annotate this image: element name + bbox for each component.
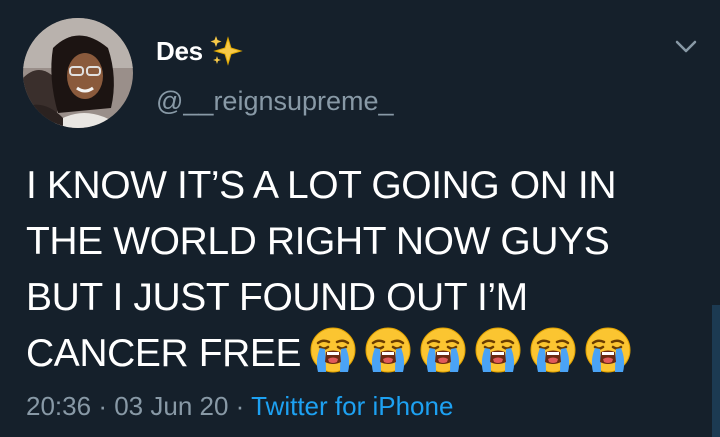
- loudly-crying-face-icon: [365, 327, 411, 373]
- chevron-down-icon[interactable]: [674, 38, 698, 56]
- emoji-row: [309, 326, 639, 390]
- user-handle[interactable]: @__reignsupreme_: [156, 86, 394, 117]
- scrollbar[interactable]: [712, 305, 720, 437]
- tweet-source-link[interactable]: Twitter for iPhone: [251, 391, 453, 421]
- loudly-crying-face-icon: [530, 327, 576, 373]
- meta-separator: ·: [235, 391, 245, 421]
- tweet-date[interactable]: 03 Jun 20: [114, 391, 228, 421]
- tweet-line: CANCER FREE: [26, 332, 302, 375]
- meta-separator: ·: [98, 391, 107, 421]
- loudly-crying-face-icon: [475, 327, 521, 373]
- tweet-meta: 20:36 · 03 Jun 20 · Twitter for iPhone: [26, 391, 453, 422]
- loudly-crying-face-icon: [420, 327, 466, 373]
- tweet-line: THE WORLD RIGHT NOW GUYS: [26, 220, 610, 263]
- sparkles-icon: [210, 36, 243, 66]
- avatar[interactable]: [23, 18, 133, 128]
- loudly-crying-face-icon: [585, 327, 631, 373]
- tweet-text: I KNOW IT’S A LOT GOING ON IN THE WORLD …: [26, 158, 706, 390]
- tweet-line: BUT I JUST FOUND OUT I’M: [26, 276, 528, 319]
- tweet-time[interactable]: 20:36: [26, 391, 91, 421]
- tweet-line-with-emoji: CANCER FREE: [26, 326, 706, 390]
- display-name[interactable]: Des: [156, 36, 203, 67]
- tweet-line: I KNOW IT’S A LOT GOING ON IN: [26, 164, 617, 207]
- loudly-crying-face-icon: [310, 327, 356, 373]
- avatar-photo: [23, 18, 133, 128]
